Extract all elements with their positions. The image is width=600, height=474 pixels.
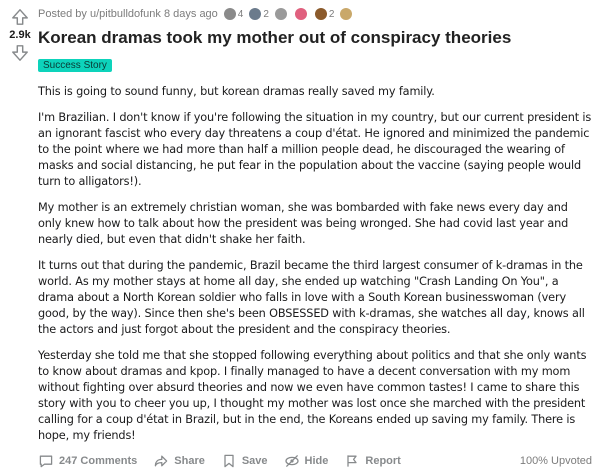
award-wholesome[interactable]: [274, 8, 289, 20]
hide-label: Hide: [304, 455, 329, 467]
downvote-icon[interactable]: [9, 42, 31, 64]
award-bear-icon: [314, 8, 327, 20]
vote-column: 2.9k: [0, 0, 40, 64]
report-label: Report: [365, 455, 401, 467]
save-button[interactable]: Save: [221, 453, 268, 469]
award-silver[interactable]: 4: [223, 8, 243, 20]
save-label: Save: [241, 455, 268, 467]
post-meta-text[interactable]: Posted by u/pitbulldofunk 8 days ago: [38, 8, 218, 20]
upvote-ratio: 100% Upvoted: [519, 455, 592, 467]
share-label: Share: [174, 455, 205, 467]
comments-button[interactable]: 247 Comments: [38, 453, 137, 469]
comments-label: 247 Comments: [59, 455, 138, 467]
post-body: This is going to sound funny, but korean…: [38, 84, 592, 444]
post-paragraph: My mother is an extremely christian woma…: [38, 201, 569, 246]
post-container: Posted by u/pitbulldofunk 8 days ago 4 2…: [38, 0, 592, 454]
award-wholesome-icon: [274, 8, 287, 20]
hide-button[interactable]: Hide: [284, 453, 329, 469]
post-paragraph: I'm Brazilian. I don't know if you're fo…: [38, 111, 592, 188]
award-helpful[interactable]: 2: [249, 8, 269, 20]
share-icon: [155, 455, 168, 467]
hide-icon: [284, 454, 299, 468]
bookmark-icon: [224, 454, 234, 468]
post-flair[interactable]: Success Story: [38, 59, 112, 72]
post-paragraph: This is going to sound funny, but korean…: [38, 85, 435, 98]
award-bear[interactable]: 2: [314, 8, 334, 20]
upvote-icon[interactable]: [9, 6, 31, 28]
award-silver-icon: [223, 8, 236, 20]
award-heart-icon: [294, 8, 307, 20]
award-more-icon: [340, 8, 353, 20]
award-heart[interactable]: [294, 8, 309, 20]
award-helpful-icon: [249, 8, 262, 20]
post-meta: Posted by u/pitbulldofunk 8 days ago 4 2…: [38, 3, 592, 25]
share-button[interactable]: Share: [153, 453, 205, 469]
vote-score: 2.9k: [9, 29, 31, 41]
post-title[interactable]: Korean dramas took my mother out of cons…: [38, 27, 592, 49]
report-button[interactable]: Report: [344, 453, 401, 469]
comment-icon: [39, 455, 53, 468]
post-paragraph: It turns out that during the pandemic, B…: [38, 259, 585, 336]
award-more[interactable]: [340, 8, 354, 20]
flag-icon: [347, 455, 358, 467]
post-paragraph: Yesterday she told me that she stopped f…: [38, 349, 587, 442]
post-actions: 247 Comments Share Save Hide Report 100%…: [38, 448, 592, 474]
